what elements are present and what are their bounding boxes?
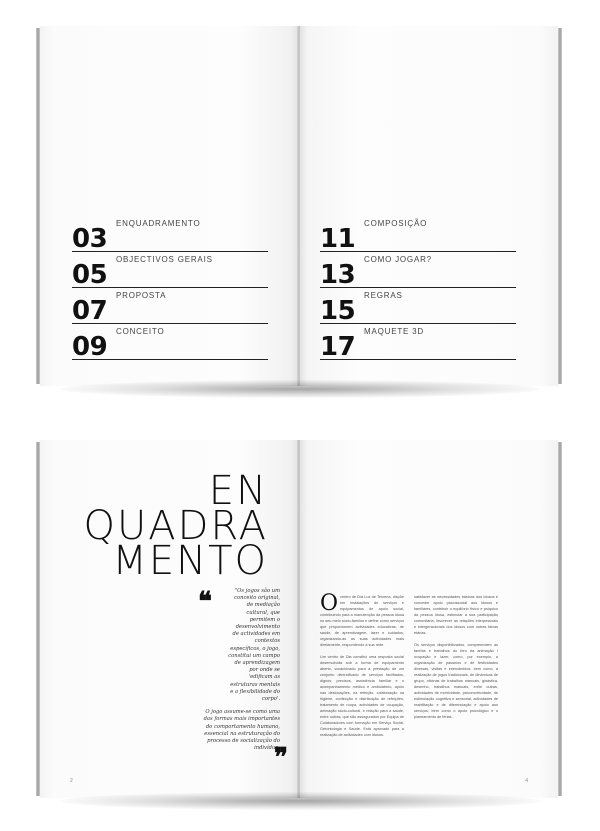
toc-entry: 09 CONCEITO: [72, 324, 268, 360]
body-paragraph: Um centro de Dia constitui uma resposta …: [320, 655, 404, 737]
pull-quote: ❝ "Os jogos são um conceito original, de…: [198, 587, 288, 771]
toc-entry: 17 MAQUETE 3D: [320, 324, 516, 360]
toc-entry-label: COMO JOGAR?: [364, 255, 432, 264]
spread-shadow: [60, 792, 540, 810]
toc-page-number: 03: [72, 224, 108, 254]
toc-entry: 05 OBJECTIVOS GERAIS: [72, 252, 268, 288]
toc-page-number: 09: [72, 332, 108, 362]
toc-entry-label: PROPOSTA: [116, 291, 167, 300]
toc-spread: 03 ENQUADRAMENTO 05 OBJECTIVOS GERAIS 07…: [36, 26, 562, 386]
toc-column-left: 03 ENQUADRAMENTO 05 OBJECTIVOS GERAIS 07…: [72, 216, 268, 360]
toc-entry-label: OBJECTIVOS GERAIS: [116, 255, 213, 264]
toc-entry-label: COMPOSIÇÃO: [364, 219, 428, 228]
toc-entry-label: CONCEITO: [116, 327, 165, 336]
toc-column-right: 11 COMPOSIÇÃO 13 COMO JOGAR? 15 REGRAS 1…: [320, 216, 516, 360]
drop-cap: O: [320, 591, 339, 616]
book-edge-right: [558, 28, 562, 384]
quote-paragraph: "Os jogos são um conceito original, de m…: [228, 588, 280, 703]
toc-entry-label: ENQUADRAMENTO: [116, 219, 201, 228]
toc-entry: 11 COMPOSIÇÃO: [320, 216, 516, 252]
toc-entry: 03 ENQUADRAMENTO: [72, 216, 268, 252]
toc-page-left: 03 ENQUADRAMENTO 05 OBJECTIVOS GERAIS 07…: [40, 26, 298, 386]
toc-page-number: 13: [320, 260, 356, 290]
spread-shadow: [60, 380, 540, 398]
article-page-left: EN QUADRA MENTO ❝ "Os jogos são um conce…: [40, 440, 298, 798]
toc-page-number: 07: [72, 296, 108, 326]
toc-page-number: 11: [320, 224, 356, 254]
toc-page-number: 05: [72, 260, 108, 290]
toc-entry: 07 PROPOSTA: [72, 288, 268, 324]
title-line: MENTO: [112, 538, 268, 584]
toc-entry-label: REGRAS: [364, 291, 403, 300]
toc-entry: 13 COMO JOGAR?: [320, 252, 516, 288]
toc-entry-label: MAQUETE 3D: [364, 327, 425, 336]
article-page-right: O centro de Dia Luz de Tercena, dispõe e…: [300, 440, 558, 798]
body-column: O centro de Dia Luz de Tercena, dispõe e…: [320, 591, 404, 744]
close-quote-icon: ❞: [274, 743, 288, 774]
toc-page-number: 15: [320, 296, 356, 326]
toc-page-right: 11 COMPOSIÇÃO 13 COMO JOGAR? 15 REGRAS 1…: [300, 26, 558, 386]
body-paragraph: satisfazer as necessidades básicas dos i…: [414, 595, 498, 635]
open-quote-icon: ❝: [198, 587, 212, 617]
article-title: EN QUADRA MENTO: [84, 471, 268, 584]
article-spread: EN QUADRA MENTO ❝ "Os jogos são um conce…: [36, 440, 562, 798]
book-edge-right: [558, 442, 562, 796]
quote-paragraph: O jogo assume-se como uma das formas mai…: [203, 709, 280, 752]
body-paragraph: Os serviços disponibilizados, compreende…: [414, 643, 498, 719]
body-column: satisfazer as necessidades básicas dos i…: [414, 594, 498, 726]
page-number: 2: [70, 778, 73, 784]
toc-page-number: 17: [320, 332, 356, 362]
toc-entry: 15 REGRAS: [320, 288, 516, 324]
page-number: 4: [525, 778, 528, 784]
